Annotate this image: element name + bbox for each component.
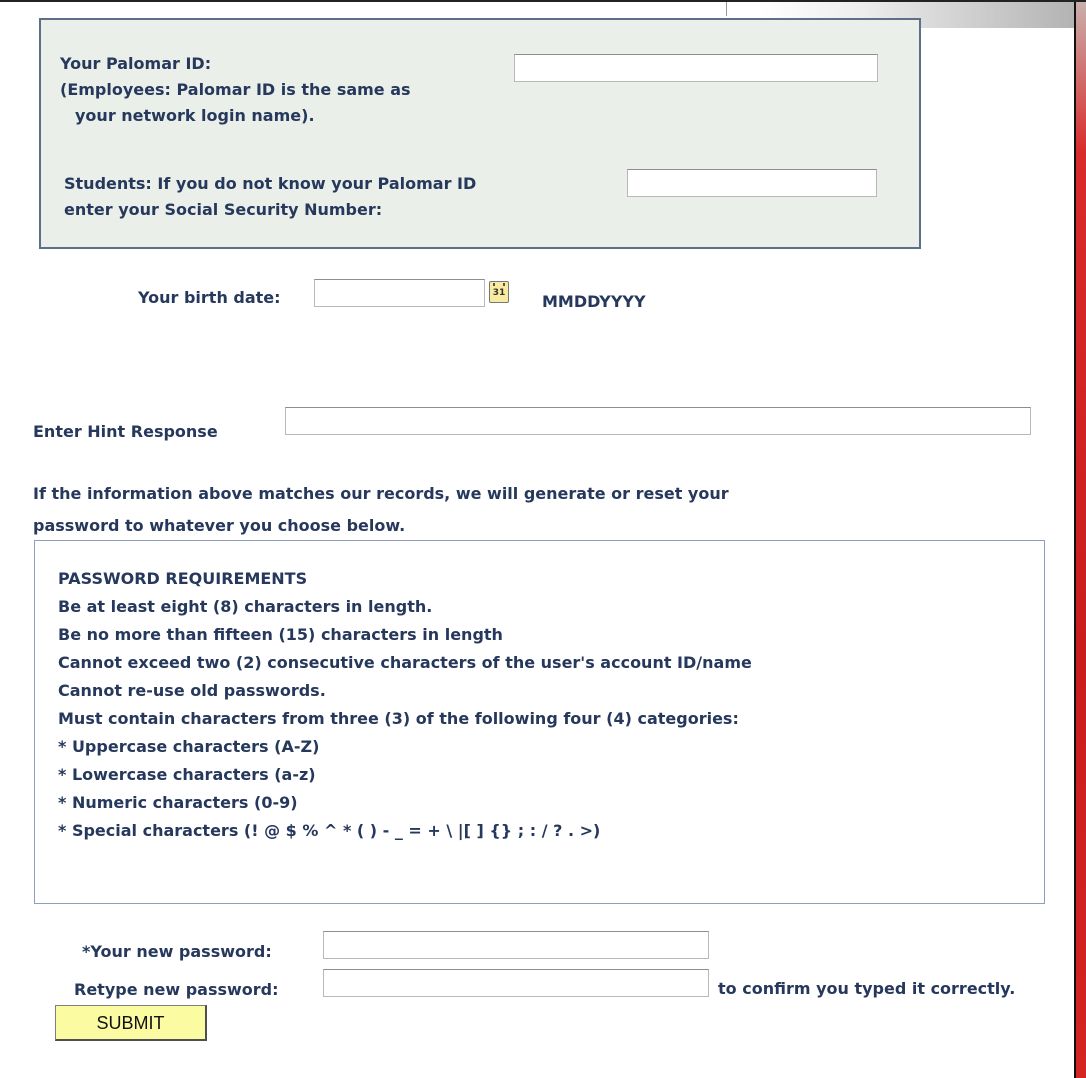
requirement-item: Must contain characters from three (3) o… — [58, 709, 739, 728]
palomar-id-label: Your Palomar ID: — [60, 54, 212, 73]
hint-response-input[interactable] — [285, 407, 1031, 435]
submit-button[interactable]: SUBMIT — [55, 1005, 207, 1041]
retype-password-label: Retype new password: — [74, 980, 279, 999]
calendar-icon[interactable]: 31 — [489, 281, 509, 303]
requirement-item: * Uppercase characters (A-Z) — [58, 737, 320, 756]
requirement-item: * Special characters (! @ $ % ^ * ( ) - … — [58, 821, 601, 840]
ssn-label-cont: enter your Social Security Number: — [64, 200, 383, 219]
password-reset-page: Your Palomar ID: (Employees: Palomar ID … — [0, 0, 1086, 1078]
decorative-red-edge — [1076, 2, 1086, 1078]
requirement-item: Be at least eight (8) characters in leng… — [58, 597, 433, 616]
new-password-label: *Your new password: — [82, 942, 272, 961]
birth-date-format-hint: MMDDYYYY — [542, 292, 646, 311]
ssn-input[interactable] — [627, 169, 877, 197]
confirm-note: to confirm you typed it correctly. — [718, 979, 1016, 998]
requirement-item: Cannot re-use old passwords. — [58, 681, 326, 700]
requirement-item: Be no more than fifteen (15) characters … — [58, 625, 503, 644]
requirement-item: * Lowercase characters (a-z) — [58, 765, 316, 784]
palomar-id-note-cont: your network login name). — [75, 106, 315, 125]
new-password-input[interactable] — [323, 931, 709, 959]
requirement-item: Cannot exceed two (2) consecutive charac… — [58, 653, 752, 672]
palomar-id-input[interactable] — [514, 54, 878, 82]
ssn-label: Students: If you do not know your Paloma… — [64, 174, 477, 193]
retype-password-input[interactable] — [323, 969, 709, 997]
birth-date-label: Your birth date: — [138, 288, 281, 307]
hint-response-label: Enter Hint Response — [33, 422, 218, 441]
palomar-id-note: (Employees: Palomar ID is the same as — [60, 80, 411, 99]
requirements-title: PASSWORD REQUIREMENTS — [58, 569, 308, 588]
info-text-cont: password to whatever you choose below. — [33, 516, 406, 535]
birth-date-input[interactable] — [314, 279, 485, 307]
requirement-item: * Numeric characters (0-9) — [58, 793, 298, 812]
info-text: If the information above matches our rec… — [33, 484, 729, 503]
